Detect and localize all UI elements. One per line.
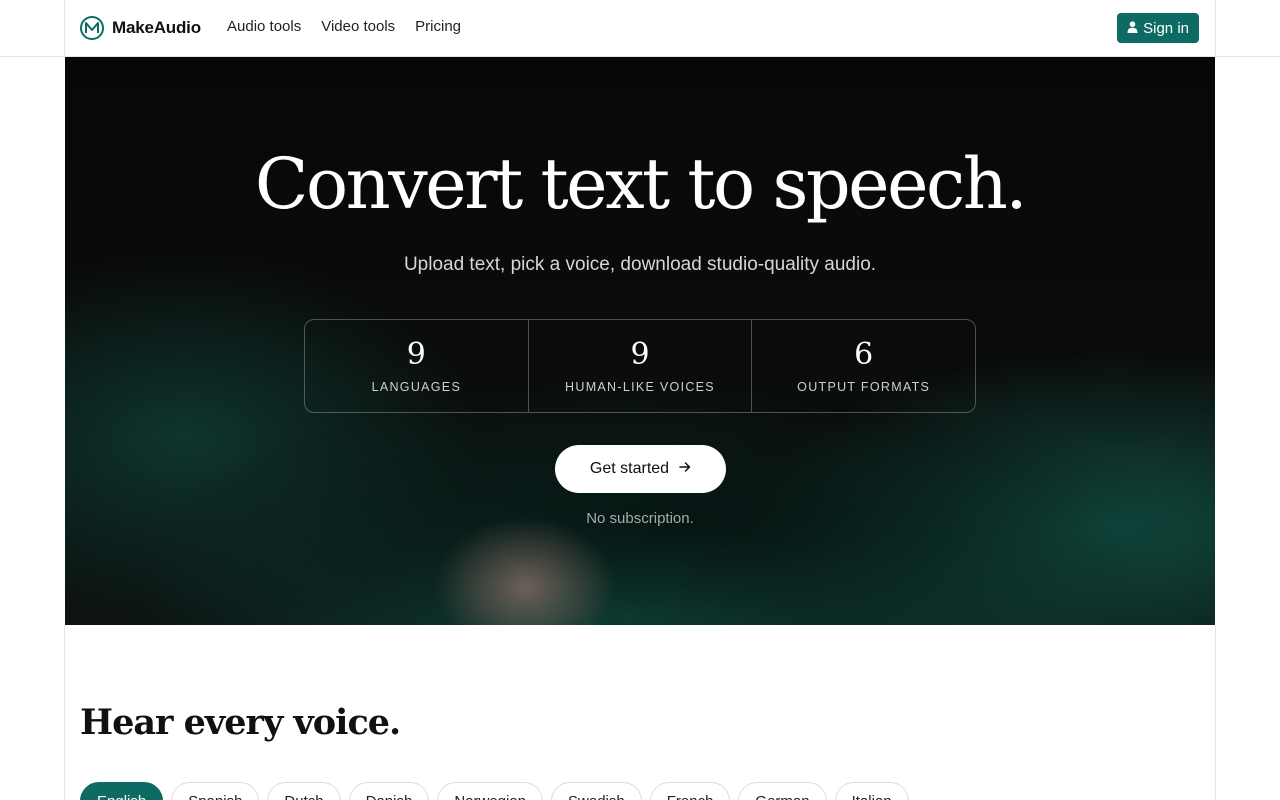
- language-chip-french[interactable]: French: [649, 782, 731, 800]
- makeaudio-logo-icon: [80, 16, 104, 40]
- nav-video-tools[interactable]: Video tools: [321, 18, 395, 35]
- main-nav: Audio tools Video tools Pricing: [227, 18, 461, 35]
- header-inner: MakeAudio Audio tools Video tools Pricin…: [64, 0, 1216, 56]
- brand-link[interactable]: MakeAudio: [80, 15, 201, 41]
- stat-formats: 6 OUTPUT FORMATS: [751, 320, 975, 412]
- stat-label: OUTPUT FORMATS: [797, 380, 931, 394]
- voices-title: Hear every voice.: [80, 702, 401, 743]
- language-chip-danish[interactable]: Danish: [348, 782, 430, 800]
- arrow-right-icon: [679, 460, 691, 478]
- stats-panel: 9 LANGUAGES 9 HUMAN-LIKE VOICES 6 OUTPUT…: [304, 319, 976, 413]
- hero-section: Convert text to speech. Upload text, pic…: [65, 57, 1215, 625]
- cta-note: No subscription.: [586, 510, 694, 527]
- hero-title: Convert text to speech.: [254, 143, 1028, 225]
- brand-name: MakeAudio: [112, 18, 201, 37]
- language-chip-italian[interactable]: Italian: [834, 782, 909, 800]
- language-filter: English Spanish Dutch Danish Norwegian S…: [80, 782, 909, 800]
- nav-pricing[interactable]: Pricing: [415, 18, 461, 35]
- language-chip-swedish[interactable]: Swedish: [551, 782, 642, 800]
- language-chip-dutch[interactable]: Dutch: [267, 782, 341, 800]
- voices-section: Hear every voice. English Spanish Dutch …: [64, 625, 1216, 800]
- stat-value: 9: [630, 337, 650, 372]
- sign-in-label: Sign in: [1143, 19, 1189, 37]
- language-chip-norwegian[interactable]: Norwegian: [437, 782, 544, 800]
- user-icon: [1127, 20, 1138, 37]
- language-chip-spanish[interactable]: Spanish: [171, 782, 260, 800]
- language-chip-german[interactable]: German: [738, 782, 827, 800]
- site-header: MakeAudio Audio tools Video tools Pricin…: [0, 0, 1280, 57]
- nav-audio-tools[interactable]: Audio tools: [227, 18, 301, 35]
- stat-label: LANGUAGES: [371, 380, 462, 394]
- stat-voices: 9 HUMAN-LIKE VOICES: [527, 320, 752, 412]
- get-started-button[interactable]: Get started: [555, 445, 726, 493]
- stat-value: 6: [854, 337, 874, 372]
- sign-in-button[interactable]: Sign in: [1117, 13, 1199, 43]
- stat-languages: 9 LANGUAGES: [305, 320, 528, 412]
- get-started-label: Get started: [589, 460, 670, 477]
- stat-value: 9: [406, 337, 426, 372]
- hero-subtitle: Upload text, pick a voice, download stud…: [403, 254, 877, 275]
- stat-label: HUMAN-LIKE VOICES: [565, 380, 715, 394]
- language-chip-english[interactable]: English: [80, 782, 164, 800]
